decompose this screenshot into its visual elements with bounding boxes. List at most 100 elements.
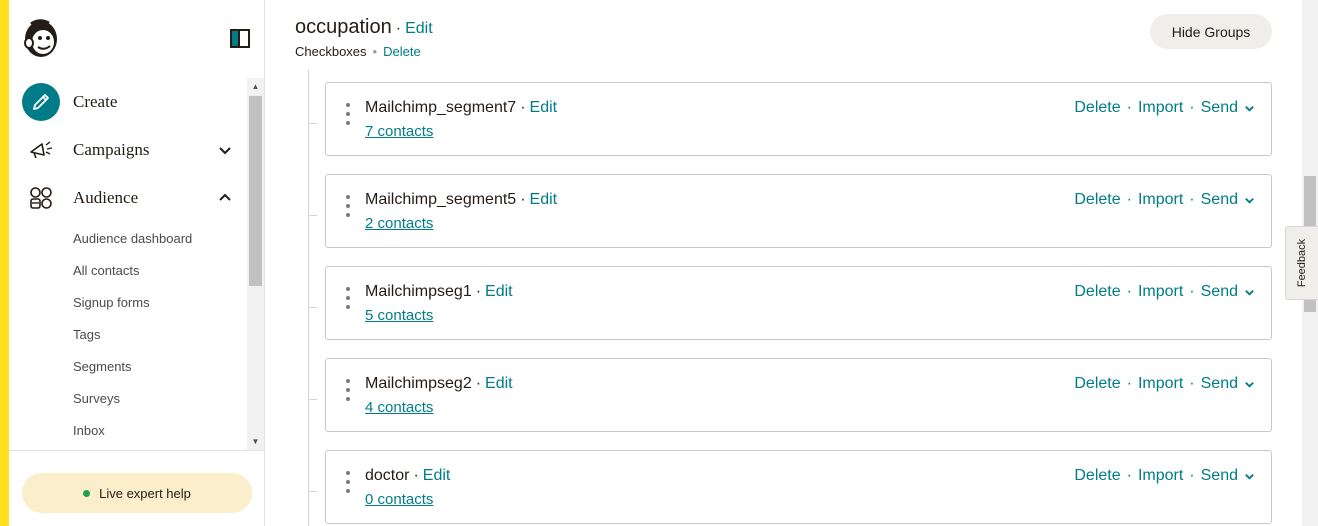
megaphone-icon <box>21 130 61 170</box>
tree-branch-line <box>309 307 317 308</box>
segment-contacts-link[interactable]: 0 contacts <box>365 491 433 508</box>
subnav-inbox[interactable]: Inbox <box>73 423 105 438</box>
main-content: occupation · Edit Checkboxes • Delete Hide G… <box>265 0 1302 526</box>
feedback-label: Feedback <box>1296 238 1308 288</box>
segment-import-link[interactable]: Import <box>1138 191 1183 209</box>
segment-card: Mailchimp_segment7 · Edit 7 contacts Delete ·… <box>309 82 1272 156</box>
subnav-all-contacts[interactable]: All contacts <box>73 263 139 278</box>
segment-title: Mailchimpseg1 · Edit <box>365 283 513 301</box>
nav-create-label: Create <box>73 92 118 111</box>
sidebar-scroll-thumb[interactable] <box>249 96 262 286</box>
segment-actions: Delete · Import · Send <box>1074 467 1255 485</box>
sidebar-toggle-icon[interactable] <box>230 29 250 48</box>
tree-branch-line <box>309 215 317 216</box>
nav-create[interactable]: Create <box>21 82 233 122</box>
action-separator: · <box>1126 375 1132 392</box>
drag-handle-icon[interactable] <box>345 195 351 217</box>
segment-import-link[interactable]: Import <box>1138 467 1183 485</box>
nav-campaigns[interactable]: Campaigns <box>21 130 233 170</box>
segment-delete-link[interactable]: Delete <box>1074 283 1120 301</box>
segment-title-separator: · <box>475 283 482 300</box>
segment-edit-link[interactable]: Edit <box>485 375 513 392</box>
drag-handle-icon[interactable] <box>345 379 351 401</box>
action-separator: · <box>1189 283 1195 300</box>
action-separator: · <box>1189 191 1195 208</box>
chevron-down-icon[interactable] <box>1244 287 1255 298</box>
live-expert-help-button[interactable]: Live expert help <box>22 473 252 513</box>
segment-title: Mailchimpseg2 · Edit <box>365 375 513 393</box>
segment-title-separator: · <box>520 99 526 116</box>
action-separator: · <box>1189 467 1195 484</box>
nav-audience[interactable]: Audience <box>21 178 233 218</box>
segment-title-separator: · <box>520 191 526 208</box>
tree-connector-line <box>308 70 309 526</box>
scroll-up-arrow-icon[interactable]: ▲ <box>247 78 264 95</box>
segment-name: Mailchimpseg1 <box>365 283 472 300</box>
group-header: occupation · Edit <box>295 16 433 39</box>
action-separator: · <box>1126 191 1132 208</box>
segment-contacts-link[interactable]: 2 contacts <box>365 215 433 232</box>
segment-send-link[interactable]: Send <box>1201 375 1238 393</box>
tree-branch-line <box>309 123 317 124</box>
drag-handle-icon[interactable] <box>345 287 351 309</box>
segment-name: Mailchimp_segment5 <box>365 191 517 208</box>
segment-send-link[interactable]: Send <box>1201 283 1238 301</box>
scroll-down-arrow-icon[interactable]: ▼ <box>247 433 264 450</box>
group-delete-link[interactable]: Delete <box>383 44 421 59</box>
chevron-up-icon[interactable] <box>217 190 233 206</box>
segment-actions: Delete · Import · Send <box>1074 99 1255 117</box>
segment-name: Mailchimp_segment7 <box>365 99 517 116</box>
title-separator: · <box>395 20 402 37</box>
live-expert-help-label: Live expert help <box>99 485 191 501</box>
subnav-audience-dashboard[interactable]: Audience dashboard <box>73 231 192 246</box>
audience-icon <box>21 178 61 218</box>
sidebar: Create Campaigns Audience Audience dashb… <box>9 0 265 526</box>
drag-handle-icon[interactable] <box>345 103 351 125</box>
segment-send-link[interactable]: Send <box>1201 467 1238 485</box>
segment-title-separator: · <box>475 375 482 392</box>
segment-delete-link[interactable]: Delete <box>1074 467 1120 485</box>
chevron-down-icon[interactable] <box>1244 471 1255 482</box>
feedback-tab[interactable]: Feedback <box>1285 226 1318 300</box>
subnav-signup-forms[interactable]: Signup forms <box>73 295 150 310</box>
segment-contacts-link[interactable]: 7 contacts <box>365 123 433 140</box>
pencil-icon <box>21 82 61 122</box>
nav-audience-label: Audience <box>73 188 139 207</box>
sidebar-scrollbar[interactable]: ▲ ▼ <box>247 78 264 450</box>
segment-delete-link[interactable]: Delete <box>1074 99 1120 117</box>
segment-card: doctor · Edit 0 contacts Delete · Import · Send <box>309 450 1272 524</box>
segment-send-link[interactable]: Send <box>1201 99 1238 117</box>
subnav-segments[interactable]: Segments <box>73 359 132 374</box>
mailchimp-logo-icon[interactable] <box>21 16 61 60</box>
action-separator: · <box>1126 99 1132 116</box>
tree-branch-line <box>309 491 317 492</box>
segment-import-link[interactable]: Import <box>1138 283 1183 301</box>
chevron-down-icon[interactable] <box>1244 103 1255 114</box>
drag-handle-icon[interactable] <box>345 471 351 493</box>
subheader-separator: • <box>372 44 378 59</box>
segment-name: Mailchimpseg2 <box>365 375 472 392</box>
subnav-surveys[interactable]: Surveys <box>73 391 120 406</box>
chevron-down-icon[interactable] <box>217 142 233 158</box>
segment-contacts-link[interactable]: 5 contacts <box>365 307 433 324</box>
group-edit-link[interactable]: Edit <box>405 20 433 37</box>
subnav-tags[interactable]: Tags <box>73 327 100 342</box>
chevron-down-icon[interactable] <box>1244 195 1255 206</box>
segment-title-separator: · <box>413 467 419 484</box>
segment-contacts-link[interactable]: 4 contacts <box>365 399 433 416</box>
segment-delete-link[interactable]: Delete <box>1074 375 1120 393</box>
segment-edit-link[interactable]: Edit <box>423 467 451 484</box>
segment-edit-link[interactable]: Edit <box>530 191 558 208</box>
segment-send-link[interactable]: Send <box>1201 191 1238 209</box>
segment-import-link[interactable]: Import <box>1138 99 1183 117</box>
segment-edit-link[interactable]: Edit <box>485 283 513 300</box>
segment-delete-link[interactable]: Delete <box>1074 191 1120 209</box>
chevron-down-icon[interactable] <box>1244 379 1255 390</box>
online-status-dot-icon <box>83 489 91 497</box>
hide-groups-button[interactable]: Hide Groups <box>1150 14 1272 49</box>
segment-edit-link[interactable]: Edit <box>530 99 558 116</box>
segment-import-link[interactable]: Import <box>1138 375 1183 393</box>
group-title: occupation <box>295 16 392 38</box>
action-separator: · <box>1126 467 1132 484</box>
nav-campaigns-label: Campaigns <box>73 140 150 159</box>
